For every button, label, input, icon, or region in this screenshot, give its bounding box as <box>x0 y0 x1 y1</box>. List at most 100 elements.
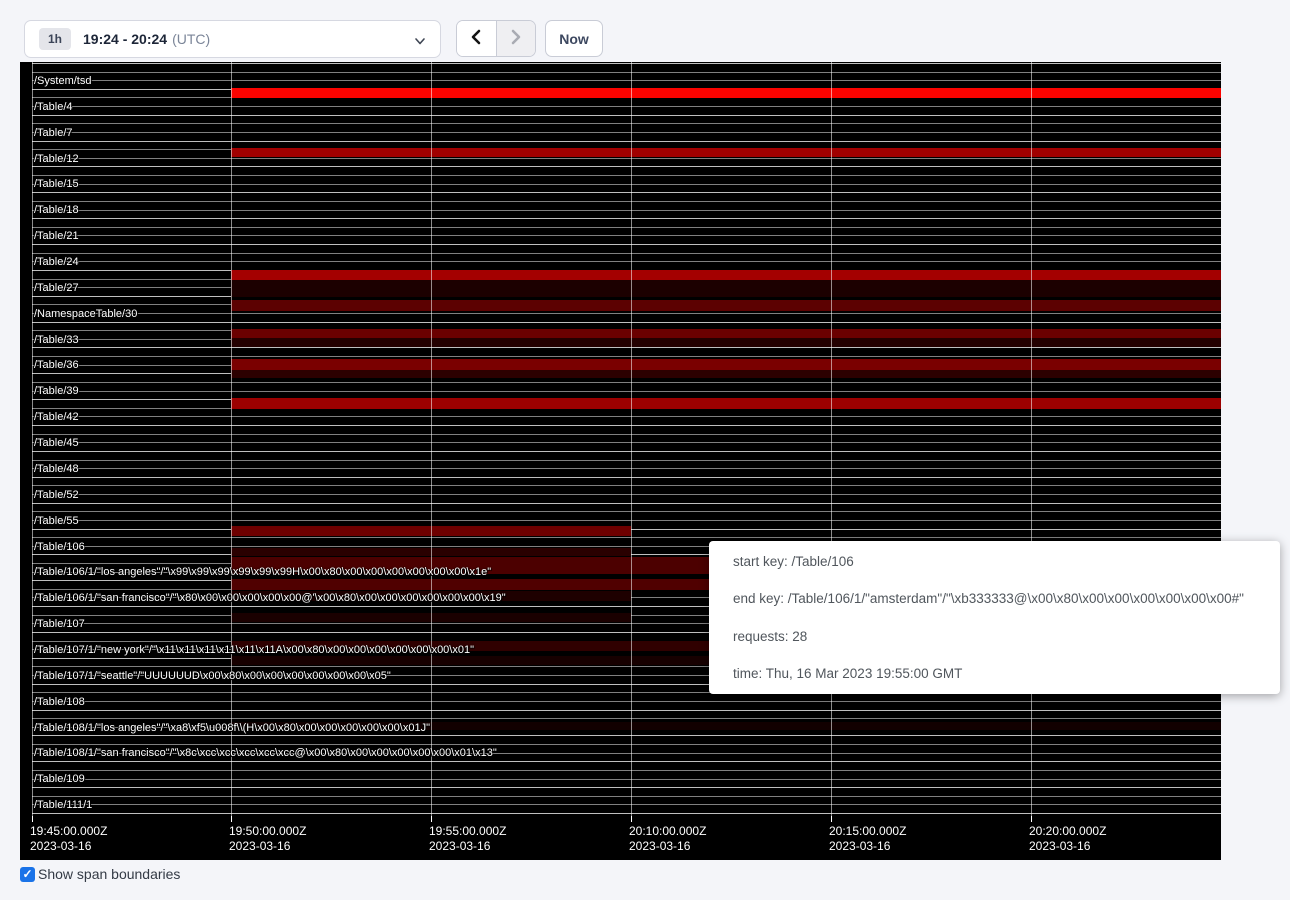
axis-tick <box>631 816 632 822</box>
span-label: /Table/108 <box>34 696 85 708</box>
prev-range-button[interactable] <box>457 21 496 56</box>
axis-tick-time: 20:20:00.000Z <box>1029 824 1106 838</box>
span-boundary-line <box>32 218 1221 219</box>
axis-tick-time: 19:45:00.000Z <box>30 824 107 838</box>
span-boundary-line <box>32 210 1221 211</box>
heat-stripe <box>231 88 1221 98</box>
span-label: /Table/7 <box>34 127 73 139</box>
span-label: /Table/18 <box>34 204 79 216</box>
span-boundary-line <box>32 313 1221 314</box>
span-boundary-line <box>32 761 1221 762</box>
key-visualizer-page: 1h 19:24 - 20:24 (UTC) Now start key: /T… <box>0 0 1290 900</box>
chevron-down-icon <box>414 34 426 52</box>
chevron-left-icon <box>469 29 483 48</box>
axis-tick <box>231 816 232 822</box>
axis-tick-date: 2023-03-16 <box>629 839 690 853</box>
time-nav-group <box>456 20 536 57</box>
span-label: /Table/111/1 <box>34 799 92 811</box>
span-label: /Table/21 <box>34 230 79 242</box>
span-boundary-line <box>32 804 1221 805</box>
time-range-select[interactable]: 1h 19:24 - 20:24 (UTC) <box>24 20 441 58</box>
time-range-zone: (UTC) <box>172 31 210 47</box>
span-label: /Table/108/1/"los angeles"/"\xa8\xf5\u00… <box>34 722 430 734</box>
span-boundary-line <box>32 701 1221 702</box>
axis-tick <box>32 816 33 822</box>
span-label: /Table/108/1/"san francisco"/"\x8c\xcc\x… <box>34 747 497 759</box>
span-boundary-line <box>32 192 1221 193</box>
span-label: /Table/107/1/"new york"/"\x11\x11\x11\x1… <box>34 644 474 656</box>
key-visualizer-heatmap[interactable]: start key: /Table/106 end key: /Table/10… <box>20 62 1221 860</box>
span-label: /Table/24 <box>34 256 79 268</box>
span-boundary-line <box>32 141 1221 142</box>
span-boundary-line <box>32 175 1221 176</box>
show-span-boundaries-checkbox[interactable]: ✓ <box>20 867 35 882</box>
span-boundary-line <box>32 779 1221 780</box>
span-boundary-line <box>32 710 1221 711</box>
time-gridline <box>1031 62 1032 816</box>
time-gridline <box>32 62 33 816</box>
axis-tick-date: 2023-03-16 <box>30 839 91 853</box>
heat-stripe <box>231 338 1221 347</box>
span-label: /Table/107/1/"seattle"/"UUUUUUD\x00\x80\… <box>34 670 391 682</box>
span-boundary-line <box>32 718 1221 719</box>
heat-stripe <box>231 329 1221 338</box>
span-boundary-line <box>32 244 1221 245</box>
span-boundary-line <box>32 123 1221 124</box>
axis-tick-time: 19:50:00.000Z <box>229 824 306 838</box>
span-boundary-line <box>32 201 1221 202</box>
heat-stripe <box>231 370 1221 378</box>
span-boundary-line <box>32 442 1221 443</box>
span-label: /NamespaceTable/30 <box>34 308 137 320</box>
span-boundary-line <box>32 80 1221 81</box>
span-boundary-line <box>32 166 1221 167</box>
span-boundary-line <box>32 72 1221 73</box>
span-boundary-line <box>32 184 1221 185</box>
span-label: /System/tsd <box>34 75 91 87</box>
toolbar: 1h 19:24 - 20:24 (UTC) Now <box>0 0 1290 62</box>
span-boundary-line <box>32 787 1221 788</box>
span-label: /Table/48 <box>34 463 79 475</box>
span-boundary-line <box>32 468 1221 469</box>
span-label: /Table/33 <box>34 334 79 346</box>
axis-tick-date: 2023-03-16 <box>829 839 890 853</box>
span-label: /Table/106/1/"san francisco"/"\x80\x00\x… <box>34 592 506 604</box>
show-span-boundaries-control[interactable]: ✓ Show span boundaries <box>20 866 180 882</box>
time-gridline <box>831 62 832 816</box>
span-boundary-line <box>32 227 1221 228</box>
span-boundary-line <box>32 434 1221 435</box>
axis-tick-time: 20:15:00.000Z <box>829 824 906 838</box>
heat-stripe <box>231 398 1221 409</box>
span-label: /Table/106 <box>34 541 85 553</box>
span-boundary-line <box>32 158 1221 159</box>
span-label: /Table/55 <box>34 515 79 527</box>
span-label: /Table/52 <box>34 489 79 501</box>
heat-stripe <box>231 270 1221 280</box>
span-boundary-line <box>32 347 1221 348</box>
span-label: /Table/15 <box>34 178 79 190</box>
span-boundary-line <box>32 537 1221 538</box>
span-label: /Table/4 <box>34 101 73 113</box>
time-range-duration-badge: 1h <box>39 28 71 50</box>
span-boundary-line <box>32 511 1221 512</box>
tooltip-time: time: Thu, 16 Mar 2023 19:55:00 GMT <box>733 666 1256 681</box>
next-range-button[interactable] <box>496 21 535 56</box>
span-label: /Table/106/1/"los angeles"/"\x99\x99\x99… <box>34 566 491 578</box>
span-label: /Table/39 <box>34 385 79 397</box>
span-boundary-line <box>32 132 1221 133</box>
span-boundary-line <box>32 796 1221 797</box>
span-boundary-line <box>32 477 1221 478</box>
span-boundary-line <box>32 460 1221 461</box>
span-label: /Table/107 <box>34 618 85 630</box>
span-boundary-line <box>32 261 1221 262</box>
span-label: /Table/45 <box>34 437 79 449</box>
span-boundary-line <box>32 735 1221 736</box>
axis-tick-date: 2023-03-16 <box>429 839 490 853</box>
span-boundary-line <box>32 63 1221 64</box>
span-boundary-line <box>32 494 1221 495</box>
span-boundary-line <box>32 115 1221 116</box>
tooltip-end-key: end key: /Table/106/1/"amsterdam"/"\xb33… <box>733 591 1256 606</box>
now-button[interactable]: Now <box>545 20 603 57</box>
span-boundary-line <box>32 253 1221 254</box>
span-boundary-line <box>32 391 1221 392</box>
span-label: /Table/36 <box>34 359 79 371</box>
